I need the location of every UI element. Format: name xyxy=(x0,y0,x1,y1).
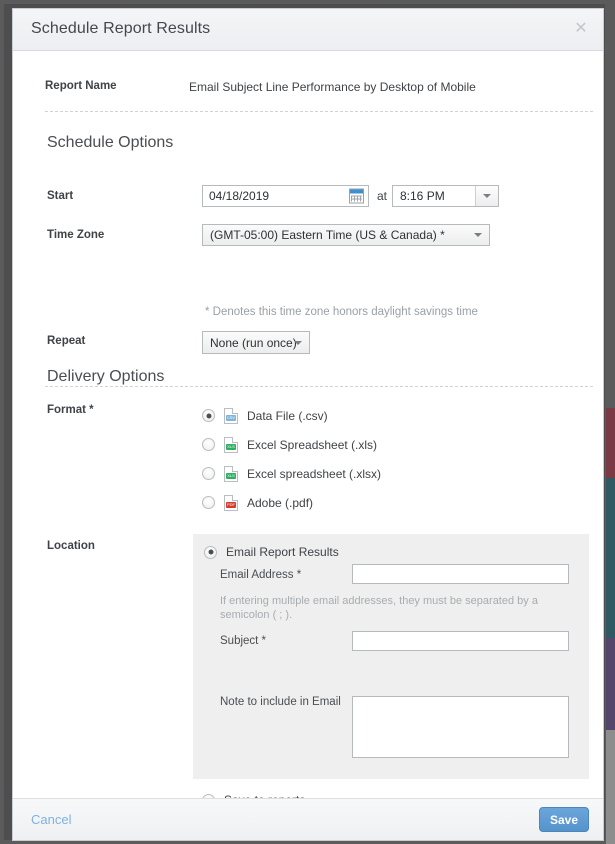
dialog-footer: Cancel Save xyxy=(13,798,603,840)
radio-csv[interactable] xyxy=(202,409,215,422)
csv-file-icon: CSV xyxy=(224,407,238,424)
repeat-select[interactable]: None (run once) xyxy=(202,331,310,354)
divider-top xyxy=(45,111,593,112)
start-label: Start xyxy=(47,190,74,202)
timezone-label: Time Zone xyxy=(47,229,105,241)
email-address-input[interactable] xyxy=(352,564,569,584)
format-label-pdf: Adobe (.pdf) xyxy=(247,495,314,510)
radio-pdf[interactable] xyxy=(202,496,215,509)
report-name-value: Email Subject Line Performance by Deskto… xyxy=(189,80,476,94)
format-options-group: CSV Data File (.csv) XLS Excel Spreadshe… xyxy=(202,401,381,517)
report-name-label: Report Name xyxy=(45,80,117,92)
timezone-note: * Denotes this time zone honors daylight… xyxy=(205,306,478,318)
email-address-label: Email Address * xyxy=(220,569,302,581)
dialog-frame: Schedule Report Results ✕ Report Name Em… xyxy=(4,4,605,841)
csv-badge: CSV xyxy=(226,414,236,421)
format-label-xls: Excel Spreadsheet (.xls) xyxy=(247,437,378,452)
location-label: Location xyxy=(47,540,95,552)
schedule-options-heading: Schedule Options xyxy=(47,134,174,151)
repeat-label: Repeat xyxy=(47,335,86,347)
xls-file-icon: XLS xyxy=(224,436,238,453)
dialog-header: Schedule Report Results ✕ xyxy=(13,9,603,51)
email-report-results-label: Email Report Results xyxy=(226,545,339,559)
email-multi-hint: If entering multiple email addresses, th… xyxy=(220,595,538,621)
backdrop-band-gray xyxy=(606,730,615,844)
note-label: Note to include in Email xyxy=(220,696,341,708)
format-label-xlsx: Excel spreadsheet (.xlsx) xyxy=(247,466,382,481)
repeat-value: None (run once) xyxy=(210,335,297,350)
format-option-csv[interactable]: CSV Data File (.csv) xyxy=(202,401,381,430)
timezone-select[interactable]: (GMT-05:00) Eastern Time (US & Canada) * xyxy=(202,224,490,246)
radio-xlsx[interactable] xyxy=(202,467,215,480)
timezone-value: (GMT-05:00) Eastern Time (US & Canada) * xyxy=(210,228,445,242)
calendar-icon[interactable] xyxy=(349,188,364,204)
page-title: Schedule Report Results xyxy=(31,20,211,37)
chevron-down-icon[interactable] xyxy=(475,186,498,206)
radio-email-report-results[interactable] xyxy=(204,545,217,559)
repeat-wrapper: None (run once) xyxy=(202,331,310,354)
format-label-csv: Data File (.csv) xyxy=(247,408,328,423)
xlsx-file-icon: XLS xyxy=(224,465,238,482)
start-date-wrapper xyxy=(202,185,369,207)
dialog-body: Report Name Email Subject Line Performan… xyxy=(13,51,603,798)
subject-label: Subject * xyxy=(220,635,267,647)
backdrop-band-purple xyxy=(606,638,615,730)
note-textarea[interactable] xyxy=(352,696,569,758)
start-time-value: 8:16 PM xyxy=(400,189,445,203)
email-report-panel: Email Report Results Email Address * If … xyxy=(193,534,589,779)
backdrop-band-teal xyxy=(606,478,615,638)
backdrop-band-red xyxy=(606,408,615,478)
pdf-badge: PDF xyxy=(226,501,236,508)
start-time-select[interactable]: 8:16 PM xyxy=(392,185,499,207)
email-report-results-option[interactable]: Email Report Results xyxy=(204,545,339,559)
format-option-xlsx[interactable]: XLS Excel spreadsheet (.xlsx) xyxy=(202,459,381,488)
schedule-report-dialog: Schedule Report Results ✕ Report Name Em… xyxy=(12,8,604,841)
xls-badge: XLS xyxy=(226,443,236,450)
start-date-input[interactable] xyxy=(202,185,369,207)
format-label: Format * xyxy=(47,404,94,416)
radio-xls[interactable] xyxy=(202,438,215,451)
chevron-down-icon[interactable] xyxy=(467,225,489,245)
delivery-options-heading: Delivery Options xyxy=(47,368,165,385)
xlsx-badge: XLS xyxy=(226,472,236,479)
divider-middle xyxy=(45,386,593,387)
format-option-pdf[interactable]: PDF Adobe (.pdf) xyxy=(202,488,381,517)
chevron-down-icon[interactable] xyxy=(287,332,309,353)
cancel-button[interactable]: Cancel xyxy=(31,812,71,827)
start-time-wrapper: 8:16 PM xyxy=(392,185,499,207)
format-option-xls[interactable]: XLS Excel Spreadsheet (.xls) xyxy=(202,430,381,459)
timezone-wrapper: (GMT-05:00) Eastern Time (US & Canada) * xyxy=(202,224,490,246)
subject-input[interactable] xyxy=(352,631,569,651)
save-button[interactable]: Save xyxy=(539,807,589,832)
at-label: at xyxy=(377,189,388,203)
pdf-file-icon: PDF xyxy=(224,494,238,511)
close-icon[interactable]: ✕ xyxy=(570,18,592,40)
